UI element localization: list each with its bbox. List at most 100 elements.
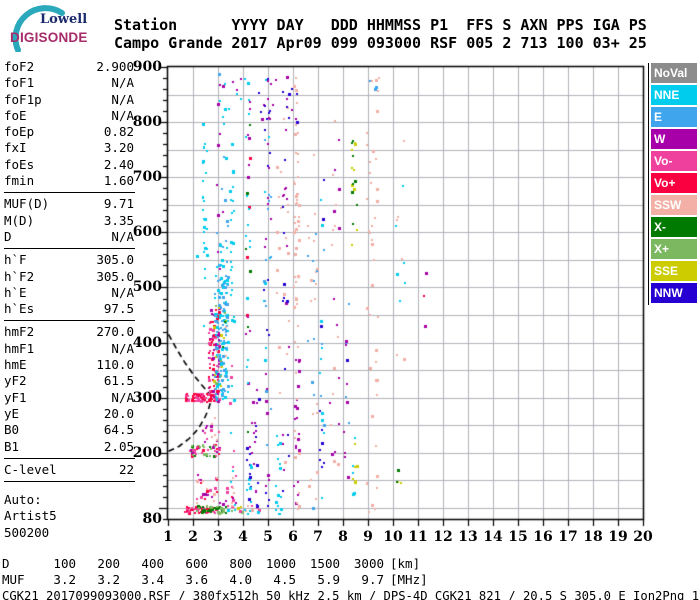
- autoscaling-info: Auto: Artist5 500200: [4, 492, 134, 541]
- digisonde-ionogram-window: Lowell DIGISONDE Station YYYY DAY DDD HH…: [0, 0, 700, 600]
- param-label: yE: [4, 405, 20, 421]
- table-value: 3.2: [97, 572, 120, 587]
- param-row: MUF(D) 9.71: [4, 196, 134, 212]
- param-label: foF1: [4, 75, 35, 91]
- param-label: foF1p: [4, 91, 42, 107]
- scaled-parameters-panel: foF2 2.900 foF1 N/A foF1p N/A foE N/A foEp 0.82 fx…: [4, 59, 135, 541]
- panel-divider: [4, 320, 135, 322]
- legend-item-label: X+: [654, 242, 670, 256]
- param-label: hmF2: [4, 324, 35, 340]
- param-row: h`F 305.0: [4, 252, 134, 268]
- table-value: 9.7: [361, 572, 384, 587]
- param-label: foEp: [4, 124, 35, 140]
- param-label: h`F: [4, 252, 27, 268]
- autoscaling-line: Auto:: [4, 492, 42, 508]
- x-tick-label: 14: [483, 529, 503, 545]
- param-value: 20.0: [103, 405, 134, 421]
- table-value: 100: [53, 556, 76, 571]
- row-unit: [km]: [390, 556, 421, 571]
- param-value: 305.0: [96, 252, 134, 268]
- param-label: MUF(D): [4, 196, 50, 212]
- y-tick-label: 300: [132, 389, 162, 406]
- x-tick-label: 12: [433, 529, 453, 545]
- legend-item-label: Vo-: [654, 154, 673, 168]
- legend-item-vo: Vo-: [651, 151, 697, 171]
- legend-item-w: W: [651, 129, 697, 149]
- param-value: N/A: [111, 75, 134, 91]
- x-tick-label: 15: [508, 529, 528, 545]
- legend-item-ssw: SSW: [651, 195, 697, 215]
- param-value: N/A: [111, 91, 134, 107]
- x-tick-label: 16: [533, 529, 553, 545]
- doppler-color-legend: NoVal NNE E W Vo- Vo+ SSW X- X+ SSE NNW: [648, 63, 697, 305]
- param-row: fxI 3.20: [4, 140, 134, 156]
- logo-text-digisonde: DIGISONDE: [10, 30, 88, 45]
- table-value: 3000: [353, 556, 384, 571]
- y-tick-label: 900: [132, 59, 162, 75]
- param-row: foF1 N/A: [4, 75, 134, 91]
- x-tick-label: 3: [213, 529, 223, 545]
- table-value: 400: [141, 556, 164, 571]
- legend-item-x: X+: [651, 239, 697, 259]
- table-value: 5.9: [317, 572, 340, 587]
- lowell-digisonde-logo: Lowell DIGISONDE: [4, 4, 114, 52]
- param-row: hmF1 N/A: [4, 341, 134, 357]
- legend-item-e: E: [651, 107, 697, 127]
- x-tick-label: 13: [458, 529, 478, 545]
- table-value: 1000: [265, 556, 296, 571]
- param-label: B0: [4, 422, 20, 438]
- y-tick-label: 800: [132, 114, 162, 131]
- legend-item-label: NNE: [654, 88, 680, 102]
- param-label: foEs: [4, 156, 35, 172]
- param-row: B1 2.05: [4, 439, 134, 455]
- param-row: hmF2 270.0: [4, 324, 134, 340]
- legend-item-nne: NNE: [651, 85, 697, 105]
- param-label: hmE: [4, 357, 27, 373]
- panel-divider: [4, 248, 135, 250]
- legend-item-vo: Vo+: [651, 173, 697, 193]
- x-tick-label: 10: [383, 529, 403, 545]
- param-label: fxI: [4, 140, 27, 156]
- table-value: 1500: [309, 556, 340, 571]
- param-label: h`F2: [4, 268, 35, 284]
- param-label: yF2: [4, 373, 27, 389]
- file-info-line: CGK21_2017099093000.RSF / 380fx512h 50 k…: [2, 589, 700, 600]
- param-row: foF1p N/A: [4, 92, 134, 108]
- logo-text-lowell: Lowell: [40, 12, 88, 27]
- legend-item-label: Vo+: [654, 176, 676, 190]
- legend-item-nnw: NNW: [651, 283, 697, 303]
- x-tick-label: 8: [338, 529, 348, 545]
- param-label: M(D): [4, 212, 35, 228]
- row-label: MUF: [2, 572, 25, 587]
- param-row: C-level 22: [4, 462, 134, 478]
- x-tick-label: 19: [608, 529, 628, 545]
- param-label: foE: [4, 107, 27, 123]
- y-tick-label: 200: [132, 444, 162, 461]
- param-row: D N/A: [4, 229, 134, 245]
- param-label: h`Es: [4, 301, 35, 317]
- param-value: 97.5: [103, 301, 134, 317]
- x-tick-label: 20: [633, 529, 653, 545]
- param-row: fmin 1.60: [4, 173, 134, 189]
- y-tick-label: 700: [132, 169, 162, 186]
- param-label: C-level: [4, 461, 57, 477]
- param-row: yF1 N/A: [4, 390, 134, 406]
- param-label: foF2: [4, 59, 35, 74]
- x-tick-label: 4: [238, 529, 248, 545]
- legend-item-label: SSW: [654, 198, 682, 212]
- distance-row: D 100 200 400 600 800 1000 1500 3000 [km]: [2, 556, 428, 572]
- table-value: 3.2: [53, 572, 76, 587]
- x-tick-label: 2: [188, 529, 198, 545]
- param-value: 64.5: [103, 422, 134, 438]
- row-label: D: [2, 556, 10, 571]
- param-row: M(D) 3.35: [4, 213, 134, 229]
- param-label: D: [4, 228, 12, 244]
- table-value: 4.0: [229, 572, 252, 587]
- param-label: yF1: [4, 389, 27, 405]
- x-tick-label: 18: [583, 529, 603, 545]
- legend-item-label: NNW: [654, 286, 683, 300]
- y-tick-label: 600: [132, 224, 162, 241]
- param-value: 3.20: [103, 140, 134, 156]
- table-value: 4.5: [273, 572, 296, 587]
- param-label: h`E: [4, 284, 27, 300]
